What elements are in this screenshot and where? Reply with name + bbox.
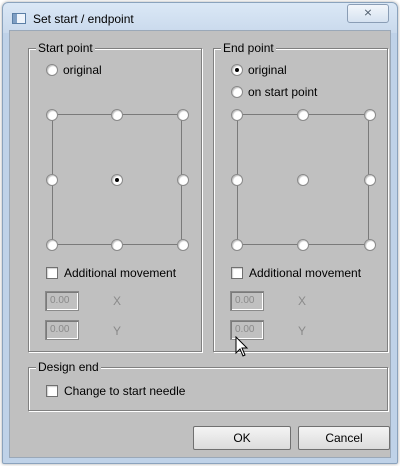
start-original-option[interactable]: original bbox=[46, 63, 102, 77]
end-bottom-right-radio[interactable] bbox=[364, 239, 376, 251]
end-on-start-point-label: on start point bbox=[248, 85, 318, 99]
start-middle-right-radio[interactable] bbox=[177, 174, 189, 186]
design-end-group-label: Design end bbox=[36, 360, 101, 374]
end-on-start-point-radio[interactable] bbox=[231, 86, 243, 98]
change-to-start-needle-label: Change to start needle bbox=[64, 384, 186, 398]
cancel-button[interactable]: Cancel bbox=[298, 426, 390, 450]
end-bottom-left-radio[interactable] bbox=[231, 239, 243, 251]
end-on-start-point-option[interactable]: on start point bbox=[231, 85, 317, 99]
end-original-option[interactable]: original bbox=[231, 63, 287, 77]
mouse-cursor-icon bbox=[235, 336, 249, 357]
end-y-label: Y bbox=[298, 324, 307, 338]
start-additional-movement-label: Additional movement bbox=[64, 266, 177, 280]
end-top-right-radio[interactable] bbox=[364, 109, 376, 121]
start-bottom-center-radio[interactable] bbox=[111, 239, 123, 251]
end-center-radio[interactable] bbox=[297, 174, 309, 186]
end-point-group-label: End point bbox=[221, 41, 276, 55]
end-top-left-radio[interactable] bbox=[231, 109, 243, 121]
start-center-radio[interactable] bbox=[111, 174, 123, 186]
start-y-label: Y bbox=[113, 324, 122, 338]
start-original-label: original bbox=[63, 63, 102, 77]
end-top-center-radio[interactable] bbox=[297, 109, 309, 121]
start-top-left-radio[interactable] bbox=[46, 109, 58, 121]
change-to-start-needle-option[interactable]: Change to start needle bbox=[46, 384, 185, 398]
change-to-start-needle-checkbox[interactable] bbox=[46, 385, 58, 397]
end-original-label: original bbox=[248, 63, 287, 77]
start-y-field: 0.00 bbox=[45, 320, 79, 340]
close-icon: ⨯ bbox=[363, 7, 373, 19]
start-additional-movement-checkbox[interactable] bbox=[46, 267, 58, 279]
end-middle-right-radio[interactable] bbox=[364, 174, 376, 186]
start-x-field: 0.00 bbox=[45, 291, 79, 311]
end-additional-movement-label: Additional movement bbox=[249, 266, 362, 280]
title-bar[interactable]: Set start / endpoint ⨯ bbox=[3, 3, 397, 33]
start-point-group-label: Start point bbox=[36, 41, 95, 55]
start-original-radio[interactable] bbox=[46, 64, 58, 76]
start-bottom-left-radio[interactable] bbox=[46, 239, 58, 251]
window-icon bbox=[12, 13, 26, 24]
end-x-label: X bbox=[298, 294, 307, 308]
start-x-label: X bbox=[113, 294, 122, 308]
start-bottom-right-radio[interactable] bbox=[177, 239, 189, 251]
start-top-center-radio[interactable] bbox=[111, 109, 123, 121]
start-middle-left-radio[interactable] bbox=[46, 174, 58, 186]
end-middle-left-radio[interactable] bbox=[231, 174, 243, 186]
end-additional-movement-checkbox[interactable] bbox=[231, 267, 243, 279]
end-additional-movement-option[interactable]: Additional movement bbox=[231, 266, 361, 280]
end-x-field: 0.00 bbox=[230, 291, 264, 311]
window-title: Set start / endpoint bbox=[33, 12, 134, 26]
close-button[interactable]: ⨯ bbox=[347, 4, 389, 23]
start-additional-movement-option[interactable]: Additional movement bbox=[46, 266, 176, 280]
end-original-radio[interactable] bbox=[231, 64, 243, 76]
ok-button[interactable]: OK bbox=[193, 426, 291, 450]
end-bottom-center-radio[interactable] bbox=[297, 239, 309, 251]
start-top-right-radio[interactable] bbox=[177, 109, 189, 121]
